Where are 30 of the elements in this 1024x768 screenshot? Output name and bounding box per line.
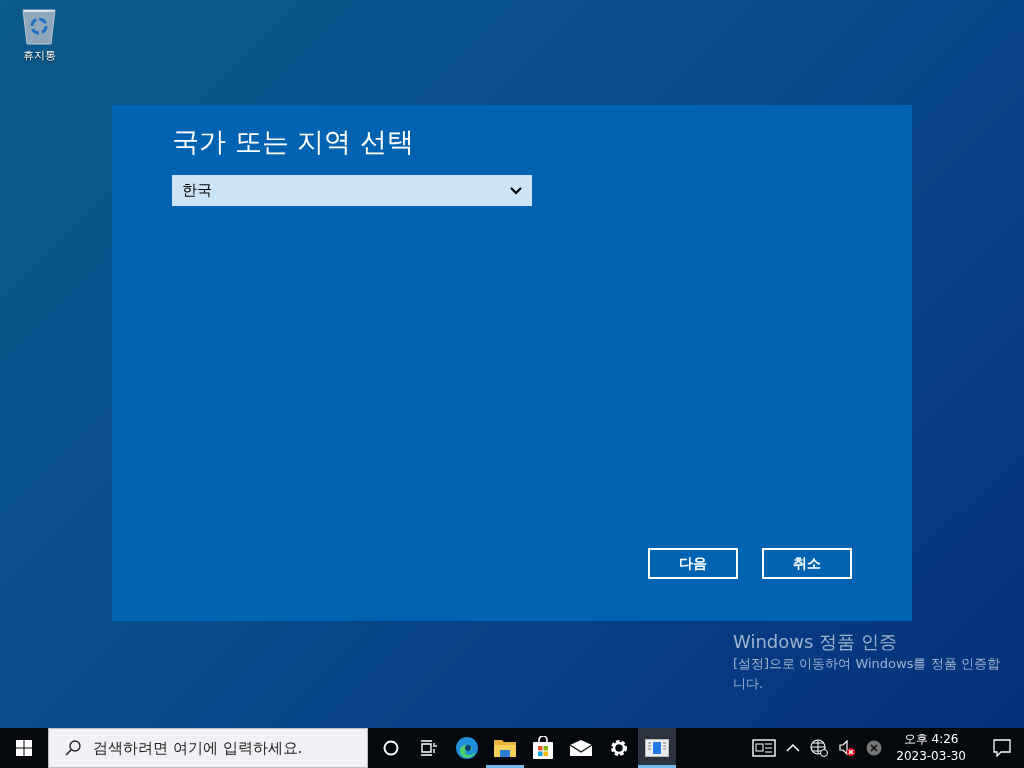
activation-title: Windows 정품 인증 [733,630,898,654]
search-icon [65,740,81,756]
circle-icon [383,740,399,756]
country-dropdown[interactable]: 한국 [172,175,532,206]
news-icon[interactable] [752,739,777,757]
chevron-up-icon[interactable] [786,743,801,753]
browser-icon [455,736,479,760]
dialog-title: 국가 또는 지역 선택 [172,125,415,159]
activation-message: [설정]으로 이동하여 Windows를 정품 인증합니다. [733,655,1001,693]
clock-date[interactable]: 2023-03-30 [896,748,966,765]
search-placeholder: 검색하려면 여기에 입력하세요. [93,738,303,758]
envelope-icon [569,739,593,757]
gear-icon [609,738,629,758]
taskbar-button[interactable] [638,728,676,768]
task-view-icon [420,740,438,756]
desktop-icon-label[interactable]: 휴지통 [22,48,56,63]
folder-icon [493,737,517,759]
windows-logo-icon[interactable] [16,740,32,756]
chevron-down-icon [510,186,522,195]
clock-time[interactable]: 오후 4:26 [903,731,959,748]
recycle-bin-icon[interactable] [19,6,59,46]
dialog-button[interactable]: 취소 [762,548,852,579]
globe-icon[interactable] [810,739,829,757]
search-field[interactable]: 검색하려면 여기에 입력하세요. [48,728,368,768]
window-icon [645,739,669,757]
notification-icon[interactable] [993,739,1011,757]
shopping-bag-icon [532,736,554,760]
speaker-muted-icon[interactable] [838,739,857,757]
close-circle-icon[interactable] [866,740,883,756]
dialog-button[interactable]: 다음 [648,548,738,579]
